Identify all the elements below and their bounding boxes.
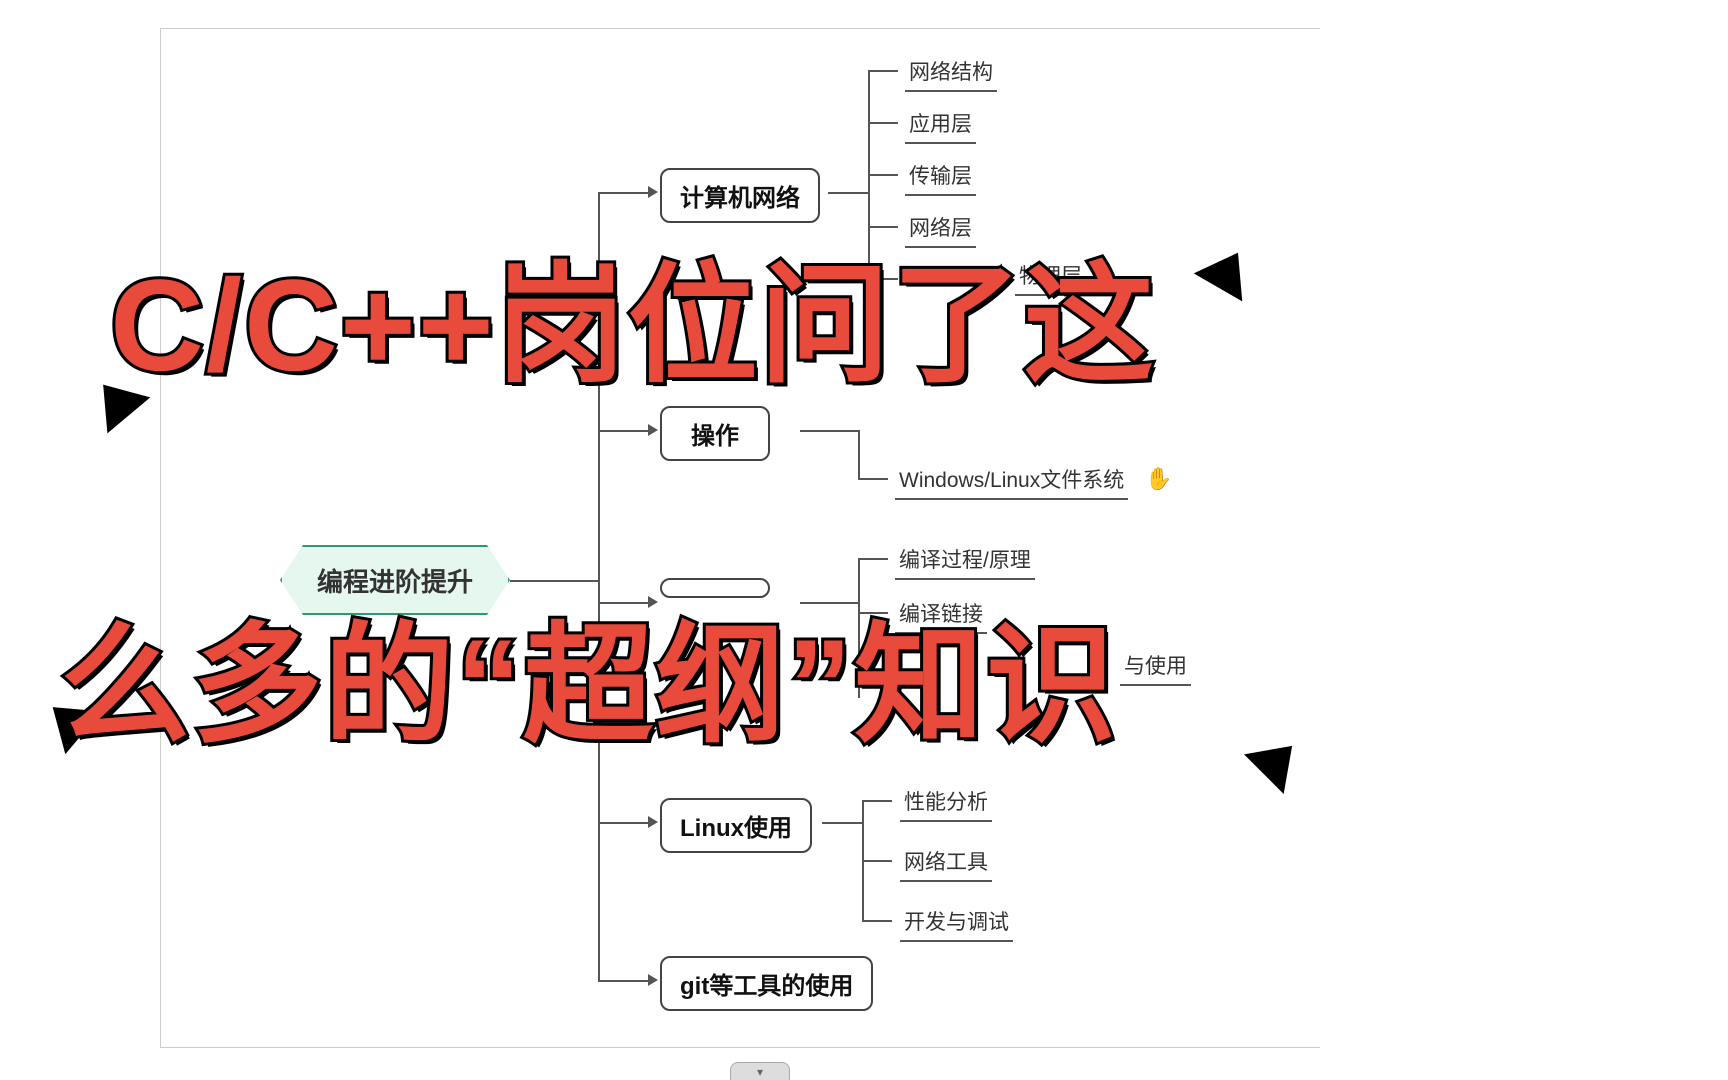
connector <box>598 980 648 982</box>
connector <box>862 860 892 862</box>
branch-linux[interactable]: Linux使用 <box>660 798 812 853</box>
branch-label: Linux使用 <box>680 808 792 843</box>
connector <box>598 430 648 432</box>
leaf-compile-process[interactable]: 编译过程/原理 <box>895 542 1035 580</box>
connector <box>828 192 870 194</box>
branch-label: git等工具的使用 <box>680 966 853 1001</box>
leaf-network-structure[interactable]: 网络结构 <box>905 54 997 92</box>
branch-os[interactable]: 操作 <box>660 406 770 461</box>
arrow-icon <box>648 186 658 198</box>
connector <box>858 430 860 480</box>
connector <box>862 920 892 922</box>
leaf-and-usage[interactable]: 与使用 <box>1120 648 1191 686</box>
connector <box>862 800 892 802</box>
overlay-title-line2: 么多的“超纲”知识 <box>60 620 1118 750</box>
leaf-network-layer[interactable]: 网络层 <box>905 210 976 248</box>
leaf-dev-debug[interactable]: 开发与调试 <box>900 904 1013 942</box>
connector <box>858 558 888 560</box>
connector <box>800 430 860 432</box>
leaf-transport-layer[interactable]: 传输层 <box>905 158 976 196</box>
chevron-down-icon: ▾ <box>757 1065 763 1079</box>
connector <box>868 122 898 124</box>
diagram-canvas: 编程进阶提升 计算机网络 网络结构 应用层 传输层 网络层 物理层 操作 Win… <box>0 0 1728 1080</box>
leaf-net-tools[interactable]: 网络工具 <box>900 844 992 882</box>
hand-cursor-icon: ✋ <box>1145 466 1172 492</box>
root-label: 编程进阶提升 <box>317 562 473 599</box>
leaf-application-layer[interactable]: 应用层 <box>905 106 976 144</box>
connector <box>800 602 860 604</box>
connector <box>510 580 600 582</box>
overlay-title-line1: C/C++岗位问了这 <box>110 260 1156 390</box>
connector <box>868 226 898 228</box>
arrow-icon <box>648 816 658 828</box>
branch-label: 计算机网络 <box>680 178 800 213</box>
leaf-win-linux-fs[interactable]: Windows/Linux文件系统 <box>895 462 1128 500</box>
connector <box>598 192 648 194</box>
connector <box>598 602 648 604</box>
branch-network[interactable]: 计算机网络 <box>660 168 820 223</box>
mindmap-root[interactable]: 编程进阶提升 <box>280 545 510 615</box>
connector <box>822 822 864 824</box>
arrow-icon <box>648 596 658 608</box>
arrow-icon <box>648 424 658 436</box>
collapse-tab[interactable]: ▾ <box>730 1062 790 1080</box>
branch-compiler[interactable] <box>660 578 770 598</box>
connector <box>858 478 888 480</box>
branch-label: 操作 <box>691 416 739 451</box>
connector <box>868 174 898 176</box>
arrow-icon <box>648 974 658 986</box>
connector <box>598 822 648 824</box>
branch-git[interactable]: git等工具的使用 <box>660 956 873 1011</box>
connector <box>868 70 898 72</box>
leaf-perf-analysis[interactable]: 性能分析 <box>900 784 992 822</box>
